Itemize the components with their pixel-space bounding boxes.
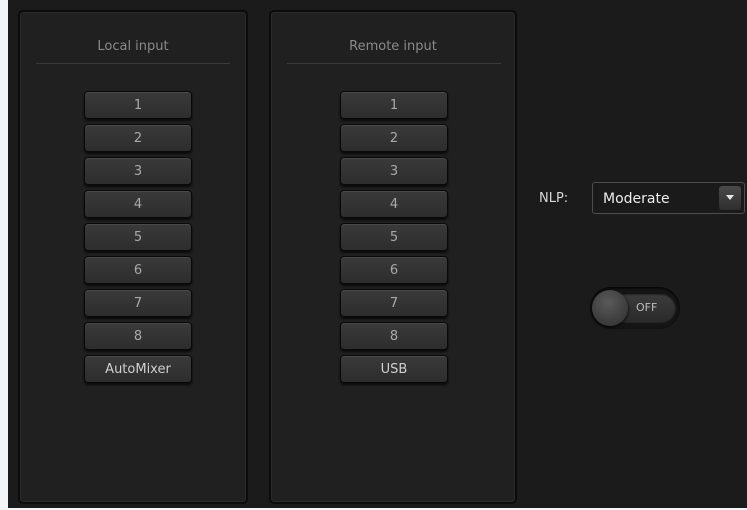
local-input-button-2[interactable]: 2 (84, 124, 192, 152)
remote-input-button-1[interactable]: 1 (340, 91, 448, 119)
nlp-enable-toggle[interactable]: OFF (590, 287, 680, 329)
remote-input-divider (287, 63, 501, 64)
remote-input-button-usb[interactable]: USB (340, 355, 448, 383)
local-input-button-8[interactable]: 8 (84, 322, 192, 350)
nlp-dropdown[interactable]: Moderate (592, 182, 745, 214)
local-input-button-6[interactable]: 6 (84, 256, 192, 284)
nlp-dropdown-toggle[interactable] (719, 186, 741, 210)
remote-input-button-list: 1 2 3 4 5 6 7 8 USB (340, 91, 448, 388)
audio-routing-stage: Local input 1 2 3 4 5 6 7 8 AutoMixer Re… (8, 0, 747, 508)
local-input-button-1[interactable]: 1 (84, 91, 192, 119)
toggle-state-label: OFF (636, 301, 658, 314)
local-input-button-5[interactable]: 5 (84, 223, 192, 251)
remote-input-panel: Remote input 1 2 3 4 5 6 7 8 USB (269, 10, 517, 504)
remote-input-button-7[interactable]: 7 (340, 289, 448, 317)
remote-input-button-8[interactable]: 8 (340, 322, 448, 350)
local-input-button-7[interactable]: 7 (84, 289, 192, 317)
local-input-divider (36, 63, 230, 64)
local-input-panel: Local input 1 2 3 4 5 6 7 8 AutoMixer (18, 10, 248, 504)
toggle-knob (592, 290, 628, 326)
remote-input-button-4[interactable]: 4 (340, 190, 448, 218)
local-input-button-list: 1 2 3 4 5 6 7 8 AutoMixer (84, 91, 192, 388)
remote-input-button-6[interactable]: 6 (340, 256, 448, 284)
remote-input-button-2[interactable]: 2 (340, 124, 448, 152)
chevron-down-icon (726, 195, 734, 200)
local-input-button-4[interactable]: 4 (84, 190, 192, 218)
remote-input-button-5[interactable]: 5 (340, 223, 448, 251)
local-input-title: Local input (97, 39, 169, 54)
local-input-button-3[interactable]: 3 (84, 157, 192, 185)
nlp-selected-value: Moderate (603, 191, 670, 207)
nlp-label: NLP: (539, 191, 569, 206)
remote-input-button-3[interactable]: 3 (340, 157, 448, 185)
local-input-button-automixer[interactable]: AutoMixer (84, 355, 192, 383)
remote-input-title: Remote input (349, 39, 437, 54)
